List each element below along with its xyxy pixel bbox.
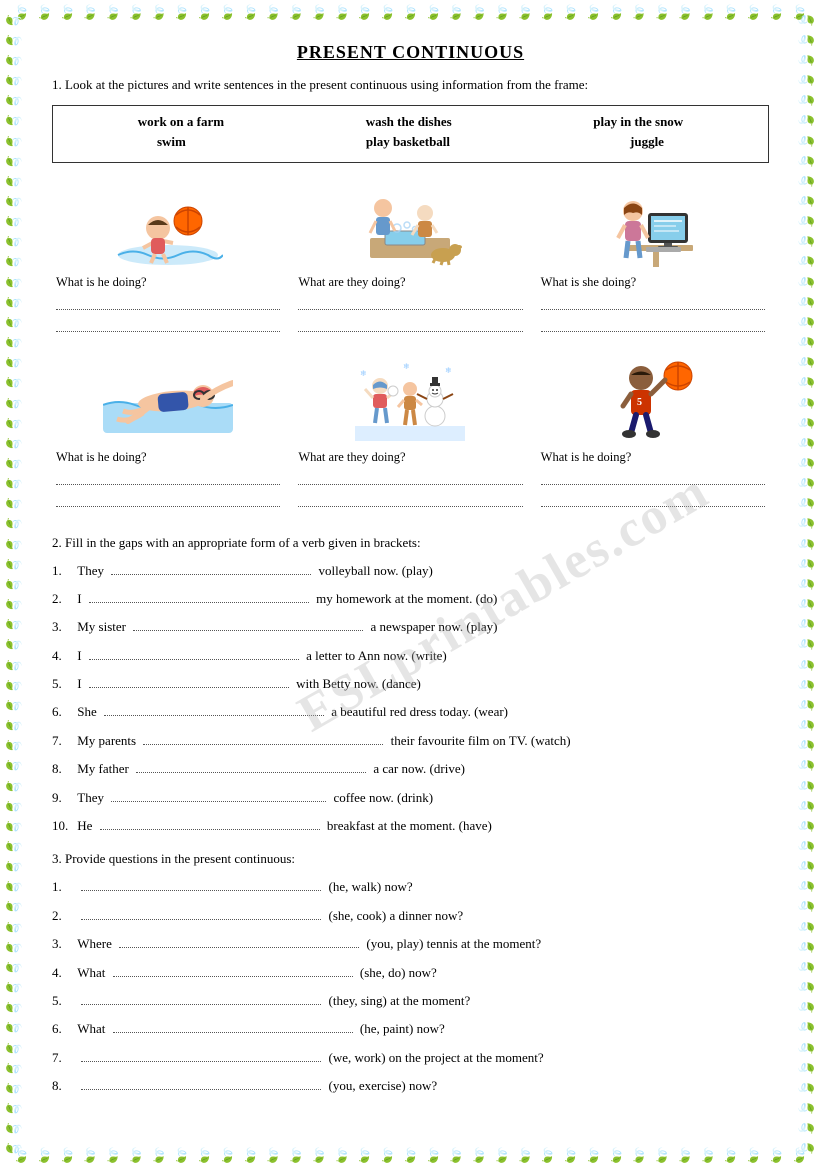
vocab-item: play in the snow xyxy=(593,114,683,130)
vocab-row-2: swim play basketball juggle xyxy=(67,134,754,150)
q-item-2: 2. (she, cook) a dinner now? xyxy=(52,904,769,927)
question-label-3: What is she doing? xyxy=(541,275,636,290)
illustration-swim-ball xyxy=(113,183,223,268)
section1-instruction: 1. Look at the pictures and write senten… xyxy=(52,75,769,95)
picture-area-1 xyxy=(56,181,280,271)
section3: 3. Provide questions in the present cont… xyxy=(52,851,769,1097)
answer-line-4a xyxy=(56,469,280,485)
picture-area-4 xyxy=(56,356,280,446)
gap-item-6: 6. She a beautiful red dress today. (wea… xyxy=(52,700,769,723)
q-item-4: 4. What (she, do) now? xyxy=(52,961,769,984)
q-item-3: 3. Where (you, play) tennis at the momen… xyxy=(52,932,769,955)
picture-cell-2: What are they doing? xyxy=(294,177,526,342)
vocab-item: play basketball xyxy=(366,134,450,150)
picture-cell-4: What is he doing? xyxy=(52,352,284,517)
vocab-row-1: work on a farm wash the dishes play in t… xyxy=(67,114,754,130)
illustration-basketball: 5 xyxy=(603,358,703,443)
gap-item-1: 1. They volleyball now. (play) xyxy=(52,559,769,582)
picture-cell-5: ❄ ❄ ❄ What are they doing? xyxy=(294,352,526,517)
answer-line-2b xyxy=(298,316,522,332)
picture-grid: What is he doing? xyxy=(52,177,769,517)
gap-item-8: 8. My father a car now. (drive) xyxy=(52,757,769,780)
vocab-box: work on a farm wash the dishes play in t… xyxy=(52,105,769,163)
answer-line-1a xyxy=(56,294,280,310)
answer-line-6a xyxy=(541,469,765,485)
section3-instruction: 3. Provide questions in the present cont… xyxy=(52,851,769,867)
q-item-7: 7. (we, work) on the project at the mome… xyxy=(52,1046,769,1069)
question-label-6: What is he doing? xyxy=(541,450,632,465)
question-label-2: What are they doing? xyxy=(298,275,405,290)
svg-text:5: 5 xyxy=(637,397,642,408)
answer-line-2a xyxy=(298,294,522,310)
q-item-1: 1. (he, walk) now? xyxy=(52,875,769,898)
picture-area-5: ❄ ❄ ❄ xyxy=(298,356,522,446)
gap-item-10: 10. He breakfast at the moment. (have) xyxy=(52,814,769,837)
svg-text:❄: ❄ xyxy=(445,366,452,375)
picture-area-6: 5 xyxy=(541,356,765,446)
answer-line-5b xyxy=(298,491,522,507)
gap-item-7: 7. My parents their favourite film on TV… xyxy=(52,729,769,752)
vocab-item: work on a farm xyxy=(138,114,224,130)
picture-cell-6: 5 What is he doing? xyxy=(537,352,769,517)
picture-cell-1: What is he doing? xyxy=(52,177,284,342)
illustration-swimmer xyxy=(103,363,233,438)
gap-item-5: 5. I with Betty now. (dance) xyxy=(52,672,769,695)
section2-instruction: 2. Fill in the gaps with an appropriate … xyxy=(52,535,769,551)
gap-item-3: 3. My sister a newspaper now. (play) xyxy=(52,615,769,638)
question-label-5: What are they doing? xyxy=(298,450,405,465)
question-label-1: What is he doing? xyxy=(56,275,147,290)
illustration-wash-dishes xyxy=(355,183,465,268)
question-label-4: What is he doing? xyxy=(56,450,147,465)
gap-item-9: 9. They coffee now. (drink) xyxy=(52,786,769,809)
q-item-8: 8. (you, exercise) now? xyxy=(52,1074,769,1097)
section2: 2. Fill in the gaps with an appropriate … xyxy=(52,535,769,838)
page-title: PRESENT CONTINUOUS xyxy=(52,42,769,63)
answer-line-6b xyxy=(541,491,765,507)
picture-area-2 xyxy=(298,181,522,271)
svg-text:❄: ❄ xyxy=(403,362,410,371)
illustration-computer xyxy=(598,183,708,268)
vocab-item: swim xyxy=(157,134,186,150)
illustration-snow: ❄ ❄ ❄ xyxy=(355,361,465,441)
q-item-5: 5. (they, sing) at the moment? xyxy=(52,989,769,1012)
answer-line-4b xyxy=(56,491,280,507)
svg-text:❄: ❄ xyxy=(360,369,367,378)
gap-item-2: 2. I my homework at the moment. (do) xyxy=(52,587,769,610)
answer-line-3a xyxy=(541,294,765,310)
picture-area-3 xyxy=(541,181,765,271)
vocab-item: juggle xyxy=(630,134,664,150)
q-item-6: 6. What (he, paint) now? xyxy=(52,1017,769,1040)
answer-line-3b xyxy=(541,316,765,332)
vocab-item: wash the dishes xyxy=(366,114,452,130)
picture-cell-3: What is she doing? xyxy=(537,177,769,342)
answer-line-5a xyxy=(298,469,522,485)
answer-line-1b xyxy=(56,316,280,332)
gap-item-4: 4. I a letter to Ann now. (write) xyxy=(52,644,769,667)
